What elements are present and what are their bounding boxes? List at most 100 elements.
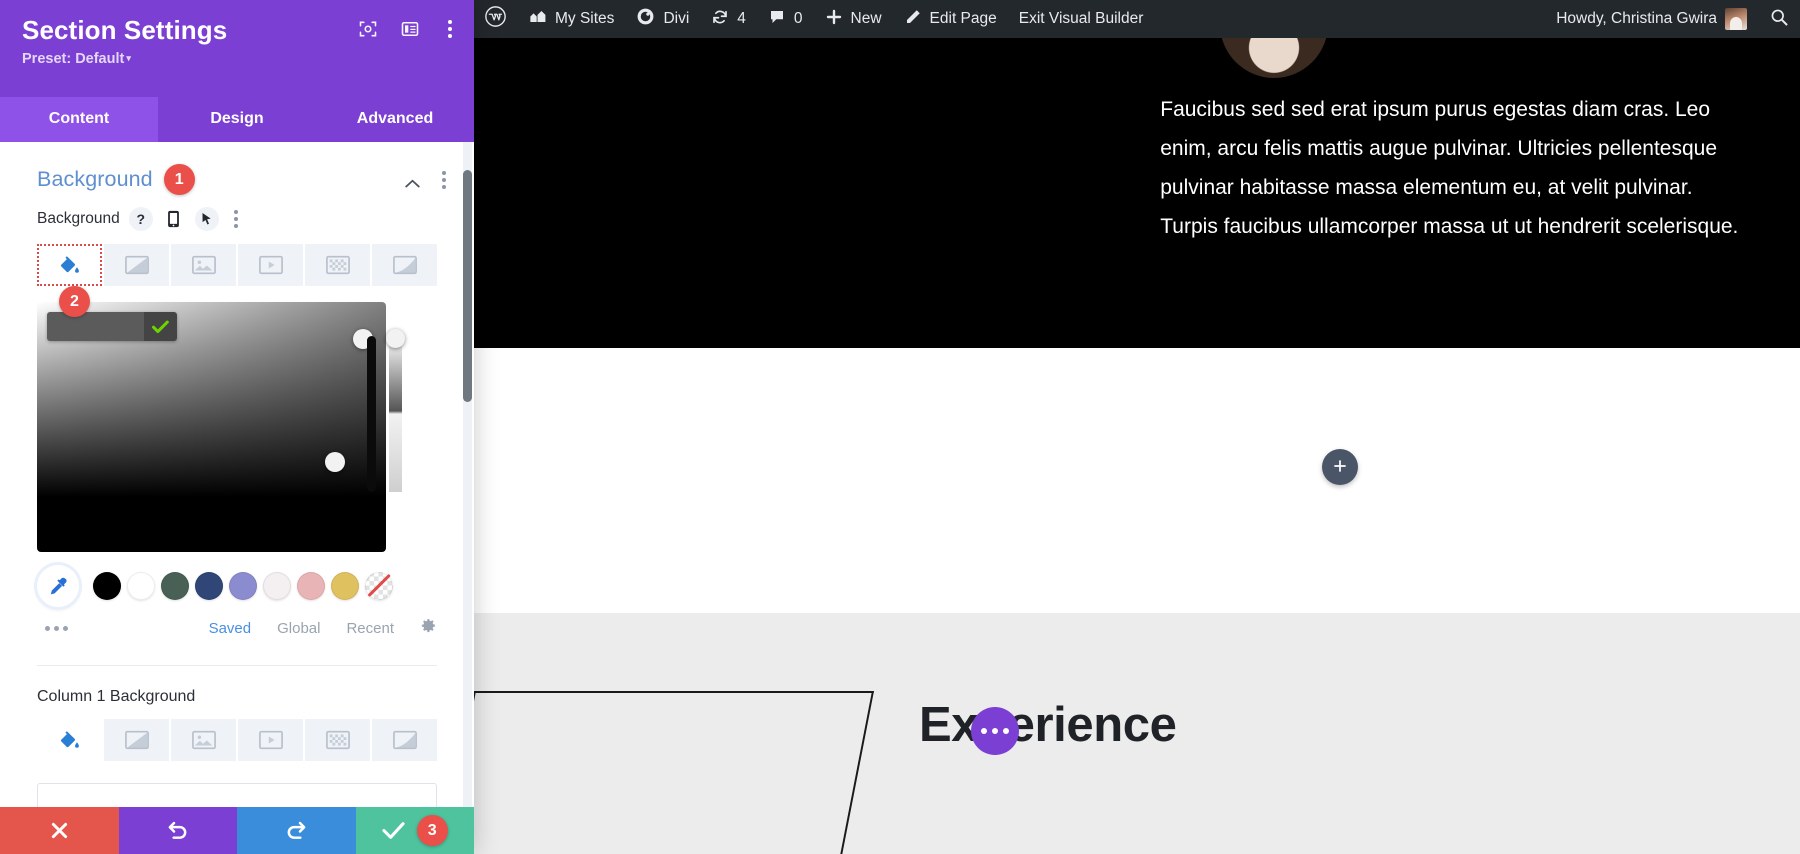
panel-scroll-area: Background 1 Background ? 2 Saved Global… [0,142,474,807]
panel-scrollbar-thumb[interactable] [463,170,472,402]
chevron-down-icon: ▾ [126,52,131,63]
tab-content[interactable]: Content [0,97,158,142]
cancel-button[interactable] [0,807,119,854]
save-button[interactable]: 3 [355,807,474,854]
adminbar-label-comments-count: 0 [793,10,803,27]
adminbar-item-howdy[interactable]: Howdy, Christina Gwira [1545,0,1758,38]
adminbar-item-exit-visual-builder[interactable]: Exit Visual Builder [1008,0,1155,38]
tab-design[interactable]: Design [158,97,316,142]
more-horizontal-icon [992,728,998,734]
palette-tab-recent[interactable]: Recent [346,620,394,637]
swatch-transparent[interactable] [365,572,393,600]
swatch-periwinkle[interactable] [229,572,257,600]
swatch-pink[interactable] [297,572,325,600]
more-horizontal-icon [1003,728,1009,734]
hex-input-group [47,312,177,341]
adminbar-item-edit-page[interactable]: Edit Page [893,0,1008,38]
step-badge-2: 2 [59,286,90,317]
palette-tabs: Saved Global Recent [209,617,437,639]
swatch-white[interactable] [127,572,155,600]
background-type-mask[interactable] [372,244,437,286]
adminbar-label-updates-count: 4 [737,10,746,27]
palette-footer: Saved Global Recent [37,617,437,639]
undo-icon [168,821,187,839]
column-background-type-video[interactable] [238,719,303,761]
background-type-color[interactable] [37,244,102,286]
experience-section: Experience [474,613,1800,854]
chevron-up-icon[interactable] [405,175,420,188]
swatch-gold[interactable] [331,572,359,600]
app-root: My Sites Divi 4 0 New Edit Page Exit Vis… [0,0,1800,854]
focus-icon[interactable] [358,19,378,39]
redo-icon [287,821,306,839]
background-type-tabs [37,244,437,286]
refresh-icon [711,8,729,31]
more-vertical-icon[interactable] [228,208,244,230]
help-icon[interactable]: ? [128,207,153,231]
tab-advanced[interactable]: Advanced [316,97,474,142]
next-field-placeholder[interactable] [37,783,437,807]
comment-icon [768,8,786,31]
hero-right-column: Faucibus sed sed erat ipsum purus egesta… [1150,38,1800,348]
background-type-pattern[interactable] [305,244,370,286]
column-background-type-mask[interactable] [372,719,437,761]
step-badge-3: 3 [416,815,448,846]
adminbar-item-wordpress-logo[interactable] [474,0,517,38]
background-type-video[interactable] [238,244,303,286]
alpha-handle[interactable] [386,329,405,348]
mobile-icon[interactable] [162,207,186,231]
color-preview-strip [37,497,386,552]
swatch-dark-green[interactable] [161,572,189,600]
adminbar-item-comments[interactable]: 0 [757,0,814,38]
alpha-slider[interactable] [389,336,402,492]
more-vertical-icon[interactable] [442,18,458,40]
column-background-type-gradient[interactable] [104,719,169,761]
layout-icon[interactable] [400,19,420,39]
gear-icon[interactable] [420,617,437,639]
adminbar-label-howdy: Howdy, Christina Gwira [1556,10,1717,27]
color-picker: 2 [37,286,437,552]
palette-tab-global[interactable]: Global [277,620,320,637]
adminbar-label-my-sites: My Sites [555,10,615,27]
add-module-button[interactable] [1322,449,1358,485]
palette-tab-saved[interactable]: Saved [209,620,252,637]
more-horizontal-icon[interactable] [45,625,68,631]
empty-row-section [474,348,1800,613]
wordpress-icon [485,6,506,32]
adminbar-item-search[interactable] [1758,0,1800,38]
cursor-icon[interactable] [194,207,219,231]
adminbar-item-new[interactable]: New [814,0,893,38]
sites-icon [528,7,547,31]
background-type-image[interactable] [171,244,236,286]
redo-button[interactable] [237,807,356,854]
color-saturation-area[interactable] [37,302,405,497]
column-background-type-tabs [37,719,437,761]
background-section-header[interactable]: Background 1 [0,142,474,207]
eyedropper-icon[interactable] [37,565,79,607]
column-background-type-color[interactable] [37,719,102,761]
close-icon [51,822,67,839]
swatch-black[interactable] [93,572,121,600]
hex-confirm-button[interactable] [144,312,177,341]
check-icon [382,822,405,839]
column-background-type-pattern[interactable] [305,719,370,761]
pencil-icon [904,8,922,31]
panel-body: Background 1 Background ? 2 Saved Global… [0,142,474,807]
column-background-type-image[interactable] [171,719,236,761]
hue-slider[interactable] [367,336,376,492]
undo-button[interactable] [118,807,237,854]
swatch-navy[interactable] [195,572,223,600]
swatch-off-white[interactable] [263,572,291,600]
preset-selector[interactable]: Preset: Default ▾ [22,51,452,67]
background-section-controls [405,169,452,191]
adminbar-item-divi[interactable]: Divi [625,0,700,38]
background-type-gradient[interactable] [104,244,169,286]
hex-input[interactable] [47,312,144,341]
panel-header-icons [358,18,458,40]
adminbar-item-my-sites[interactable]: My Sites [517,0,625,38]
preset-label: Preset: Default [22,50,125,67]
adminbar-item-updates[interactable]: 4 [700,0,757,38]
more-vertical-icon[interactable] [436,169,452,191]
experience-module-menu-button[interactable] [971,707,1019,755]
brightness-handle[interactable] [325,452,345,472]
